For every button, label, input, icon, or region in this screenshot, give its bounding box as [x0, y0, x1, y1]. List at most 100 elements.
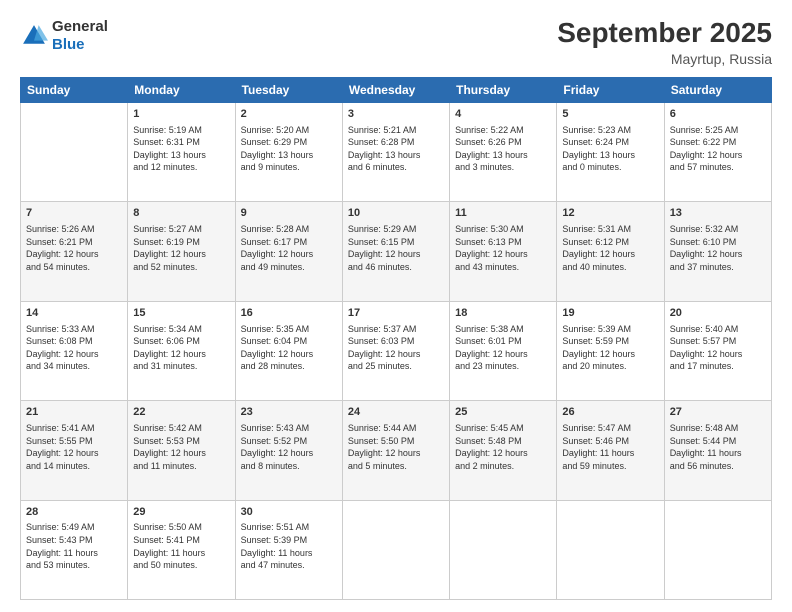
day-info: Sunrise: 5:40 AM Sunset: 5:57 PM Dayligh… [670, 323, 766, 373]
calendar-cell: 16Sunrise: 5:35 AM Sunset: 6:04 PM Dayli… [235, 301, 342, 400]
calendar-cell: 30Sunrise: 5:51 AM Sunset: 5:39 PM Dayli… [235, 500, 342, 599]
calendar-week-row: 14 Sunrise: 5:33 AM Sunset: 6:08 PM Dayli… [21, 301, 772, 400]
calendar-cell: 26 Sunrise: 5:47 AM Sunset: 5:46 PM Dayli… [557, 401, 664, 500]
calendar-header-row: SundayMondayTuesdayWednesdayThursdayFrid… [21, 77, 772, 102]
calendar-cell: 1 Sunrise: 5:19 AM Sunset: 6:31 PM Daylig… [128, 102, 235, 201]
day-number: 12 [562, 206, 658, 221]
col-header-tuesday: Tuesday [235, 77, 342, 102]
day-number: 13 [670, 206, 766, 221]
calendar-cell: 6Sunrise: 5:25 AM Sunset: 6:22 PM Daylig… [664, 102, 771, 201]
day-info: Sunrise: 5:22 AM Sunset: 6:26 PM Dayligh… [455, 124, 551, 174]
calendar-week-row: 21 Sunrise: 5:41 AM Sunset: 5:55 PM Dayli… [21, 401, 772, 500]
calendar-week-row: 28Sunrise: 5:49 AM Sunset: 5:43 PM Dayli… [21, 500, 772, 599]
col-header-wednesday: Wednesday [342, 77, 449, 102]
title-block: September 2025 Mayrtup, Russia [557, 18, 772, 67]
day-number: 10 [348, 206, 444, 221]
calendar-cell: 13 Sunrise: 5:32 AM Sunset: 6:10 PM Dayli… [664, 202, 771, 301]
day-number: 14 [26, 306, 122, 321]
calendar-cell: 15 Sunrise: 5:34 AM Sunset: 6:06 PM Dayli… [128, 301, 235, 400]
col-header-sunday: Sunday [21, 77, 128, 102]
calendar-cell: 3 Sunrise: 5:21 AM Sunset: 6:28 PM Daylig… [342, 102, 449, 201]
calendar-cell: 27 Sunrise: 5:48 AM Sunset: 5:44 PM Dayli… [664, 401, 771, 500]
logo-text: General Blue [52, 18, 108, 54]
day-number: 11 [455, 206, 551, 221]
day-info: Sunrise: 5:48 AM Sunset: 5:44 PM Dayligh… [670, 422, 766, 472]
location: Mayrtup, Russia [557, 51, 772, 67]
month-title: September 2025 [557, 18, 772, 49]
calendar-week-row: 1 Sunrise: 5:19 AM Sunset: 6:31 PM Daylig… [21, 102, 772, 201]
col-header-thursday: Thursday [450, 77, 557, 102]
day-info: Sunrise: 5:21 AM Sunset: 6:28 PM Dayligh… [348, 124, 444, 174]
calendar-cell: 17Sunrise: 5:37 AM Sunset: 6:03 PM Dayli… [342, 301, 449, 400]
day-number: 24 [348, 405, 444, 420]
calendar-cell: 23Sunrise: 5:43 AM Sunset: 5:52 PM Dayli… [235, 401, 342, 500]
header: General Blue September 2025 Mayrtup, Rus… [20, 18, 772, 67]
day-info: Sunrise: 5:27 AM Sunset: 6:19 PM Dayligh… [133, 223, 229, 273]
day-number: 29 [133, 505, 229, 520]
day-info: Sunrise: 5:19 AM Sunset: 6:31 PM Dayligh… [133, 124, 229, 174]
day-info: Sunrise: 5:33 AM Sunset: 6:08 PM Dayligh… [26, 323, 122, 373]
day-number: 16 [241, 306, 337, 321]
day-number: 15 [133, 306, 229, 321]
calendar-cell: 11 Sunrise: 5:30 AM Sunset: 6:13 PM Dayli… [450, 202, 557, 301]
day-number: 18 [455, 306, 551, 321]
calendar-cell: 24Sunrise: 5:44 AM Sunset: 5:50 PM Dayli… [342, 401, 449, 500]
day-number: 26 [562, 405, 658, 420]
calendar-cell: 8 Sunrise: 5:27 AM Sunset: 6:19 PM Daylig… [128, 202, 235, 301]
calendar-cell [450, 500, 557, 599]
day-number: 9 [241, 206, 337, 221]
day-number: 2 [241, 107, 337, 122]
calendar-cell: 10Sunrise: 5:29 AM Sunset: 6:15 PM Dayli… [342, 202, 449, 301]
day-info: Sunrise: 5:45 AM Sunset: 5:48 PM Dayligh… [455, 422, 551, 472]
day-number: 4 [455, 107, 551, 122]
logo-blue: Blue [52, 36, 85, 53]
day-number: 30 [241, 505, 337, 520]
day-number: 21 [26, 405, 122, 420]
calendar-cell: 14 Sunrise: 5:33 AM Sunset: 6:08 PM Dayli… [21, 301, 128, 400]
day-number: 22 [133, 405, 229, 420]
day-info: Sunrise: 5:50 AM Sunset: 5:41 PM Dayligh… [133, 521, 229, 571]
calendar-week-row: 7 Sunrise: 5:26 AM Sunset: 6:21 PM Daylig… [21, 202, 772, 301]
day-info: Sunrise: 5:51 AM Sunset: 5:39 PM Dayligh… [241, 521, 337, 571]
col-header-monday: Monday [128, 77, 235, 102]
day-number: 1 [133, 107, 229, 122]
day-number: 8 [133, 206, 229, 221]
calendar-cell: 7 Sunrise: 5:26 AM Sunset: 6:21 PM Daylig… [21, 202, 128, 301]
calendar-cell [21, 102, 128, 201]
day-info: Sunrise: 5:26 AM Sunset: 6:21 PM Dayligh… [26, 223, 122, 273]
day-info: Sunrise: 5:49 AM Sunset: 5:43 PM Dayligh… [26, 521, 122, 571]
day-info: Sunrise: 5:43 AM Sunset: 5:52 PM Dayligh… [241, 422, 337, 472]
logo: General Blue [20, 18, 108, 54]
day-number: 19 [562, 306, 658, 321]
calendar-cell: 19 Sunrise: 5:39 AM Sunset: 5:59 PM Dayli… [557, 301, 664, 400]
day-info: Sunrise: 5:41 AM Sunset: 5:55 PM Dayligh… [26, 422, 122, 472]
day-number: 7 [26, 206, 122, 221]
calendar-table: SundayMondayTuesdayWednesdayThursdayFrid… [20, 77, 772, 600]
day-number: 5 [562, 107, 658, 122]
day-info: Sunrise: 5:23 AM Sunset: 6:24 PM Dayligh… [562, 124, 658, 174]
day-number: 28 [26, 505, 122, 520]
day-number: 17 [348, 306, 444, 321]
calendar-cell: 18 Sunrise: 5:38 AM Sunset: 6:01 PM Dayli… [450, 301, 557, 400]
day-info: Sunrise: 5:39 AM Sunset: 5:59 PM Dayligh… [562, 323, 658, 373]
day-info: Sunrise: 5:34 AM Sunset: 6:06 PM Dayligh… [133, 323, 229, 373]
calendar-cell [557, 500, 664, 599]
calendar-cell: 4 Sunrise: 5:22 AM Sunset: 6:26 PM Daylig… [450, 102, 557, 201]
page: General Blue September 2025 Mayrtup, Rus… [0, 0, 792, 612]
calendar-cell: 22 Sunrise: 5:42 AM Sunset: 5:53 PM Dayli… [128, 401, 235, 500]
day-number: 20 [670, 306, 766, 321]
day-info: Sunrise: 5:32 AM Sunset: 6:10 PM Dayligh… [670, 223, 766, 273]
day-info: Sunrise: 5:38 AM Sunset: 6:01 PM Dayligh… [455, 323, 551, 373]
day-number: 27 [670, 405, 766, 420]
calendar-cell: 5 Sunrise: 5:23 AM Sunset: 6:24 PM Daylig… [557, 102, 664, 201]
day-info: Sunrise: 5:28 AM Sunset: 6:17 PM Dayligh… [241, 223, 337, 273]
day-number: 3 [348, 107, 444, 122]
day-info: Sunrise: 5:47 AM Sunset: 5:46 PM Dayligh… [562, 422, 658, 472]
calendar-cell: 9 Sunrise: 5:28 AM Sunset: 6:17 PM Daylig… [235, 202, 342, 301]
day-info: Sunrise: 5:30 AM Sunset: 6:13 PM Dayligh… [455, 223, 551, 273]
col-header-friday: Friday [557, 77, 664, 102]
day-info: Sunrise: 5:42 AM Sunset: 5:53 PM Dayligh… [133, 422, 229, 472]
calendar-cell: 29Sunrise: 5:50 AM Sunset: 5:41 PM Dayli… [128, 500, 235, 599]
day-info: Sunrise: 5:20 AM Sunset: 6:29 PM Dayligh… [241, 124, 337, 174]
calendar-cell: 2 Sunrise: 5:20 AM Sunset: 6:29 PM Daylig… [235, 102, 342, 201]
